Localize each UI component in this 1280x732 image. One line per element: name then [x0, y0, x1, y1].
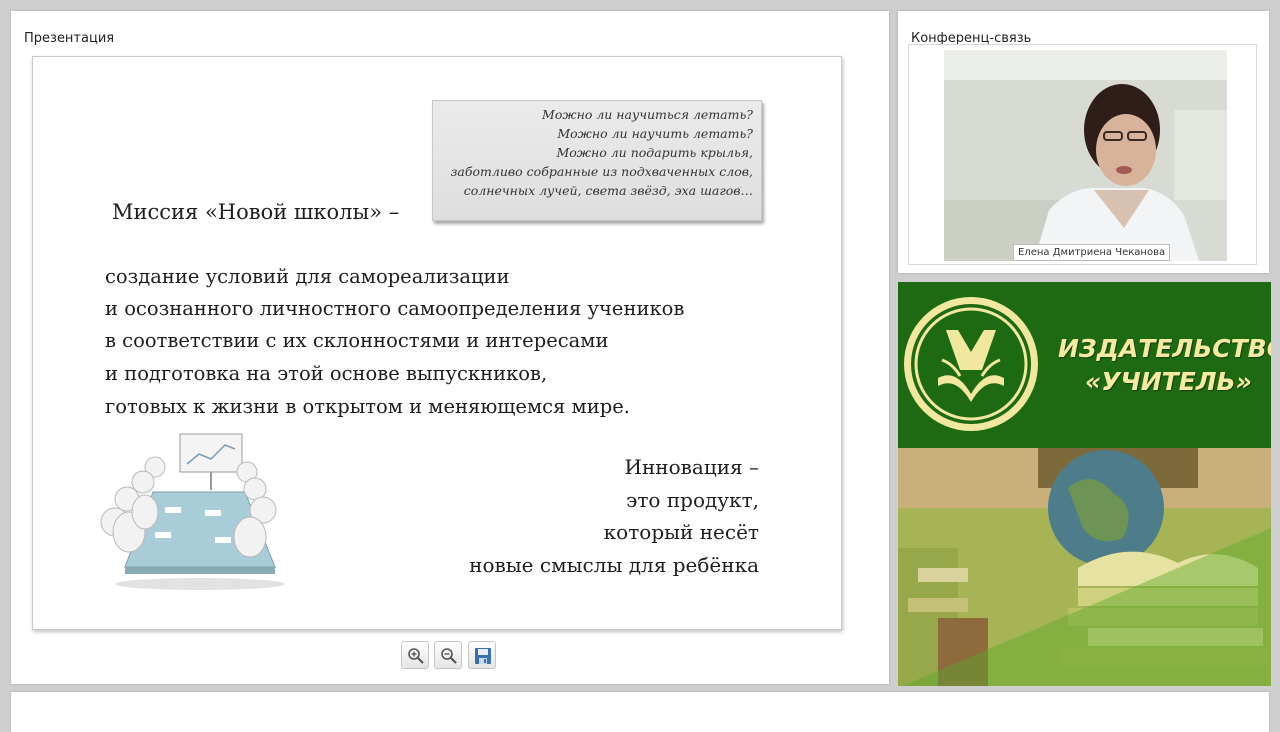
- innovation-line: Инновация –: [624, 455, 760, 479]
- quote-line: Можно ли подарить крылья,: [556, 145, 753, 160]
- zoom-in-button[interactable]: [401, 641, 429, 669]
- video-frame: Елена Дмитриена Чеканова: [908, 44, 1257, 265]
- zoom-out-button[interactable]: [434, 641, 462, 669]
- quote-line: солнечных лучей, света звёзд, эха шагов…: [463, 183, 753, 198]
- innovation-line: это продукт,: [626, 488, 759, 512]
- quote-box: Можно ли научиться летать? Можно ли науч…: [432, 100, 762, 221]
- participant-video[interactable]: Елена Дмитриена Чеканова: [944, 50, 1227, 261]
- zoom-in-icon: [408, 648, 424, 664]
- meeting-illustration: [100, 433, 285, 590]
- innovation-line: который несёт: [603, 520, 759, 544]
- mission-text-line: и осознанного личностного самоопределени…: [105, 297, 685, 320]
- participant-name-label: Елена Дмитриена Чеканова: [1013, 244, 1171, 261]
- mission-text-line: в соответствии с их склонностями и интер…: [105, 329, 609, 352]
- save-button[interactable]: [468, 641, 496, 669]
- video-feed: [944, 50, 1227, 261]
- innovation-line: новые смыслы для ребёнка: [469, 553, 759, 577]
- conference-panel: Конференц-связь Елена Дмитриена Чеканова: [898, 11, 1269, 273]
- mission-text-line: и подготовка на этой основе выпускников,: [105, 362, 548, 385]
- presentation-panel: Презентация Можно ли научиться летать? М…: [11, 11, 889, 684]
- zoom-out-icon: [441, 648, 457, 664]
- mission-text-line: готовых к жизни в открытом и меняющемся …: [105, 395, 630, 418]
- publisher-banner[interactable]: ИЗДАТЕЛЬСТВО «УЧИТЕЛЬ»: [898, 282, 1271, 686]
- save-icon: [475, 648, 491, 664]
- mission-title: Миссия «Новой школы» –: [112, 200, 400, 224]
- publisher-name-line2: «УЧИТЕЛЬ»: [1085, 367, 1252, 396]
- publisher-logo-icon: [904, 297, 1038, 431]
- banner-logo-area: ИЗДАТЕЛЬСТВО «УЧИТЕЛЬ»: [898, 282, 1271, 448]
- presentation-title: Презентация: [24, 31, 115, 46]
- quote-line: заботливо собранные из подхваченных слов…: [450, 164, 753, 179]
- mission-text-line: создание условий для самореализации: [105, 265, 510, 288]
- quote-line: Можно ли научиться летать?: [542, 107, 753, 122]
- slide: Можно ли научиться летать? Можно ли науч…: [32, 56, 842, 630]
- quote-line: Можно ли научить летать?: [557, 126, 753, 141]
- publisher-name-line1: ИЗДАТЕЛЬСТВО: [1058, 334, 1271, 363]
- bottom-panel: [11, 692, 1269, 732]
- books-globe-image: [898, 448, 1271, 686]
